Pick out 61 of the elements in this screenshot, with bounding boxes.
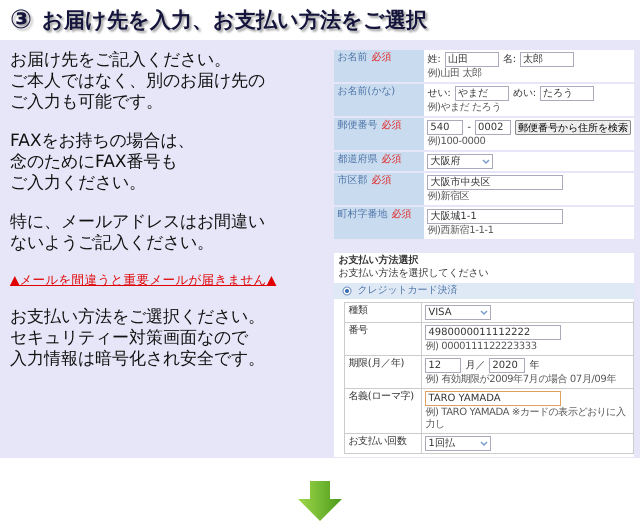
dropdown-icon [480, 440, 488, 446]
dropdown-icon [480, 310, 488, 316]
instruction-text: お届け先をご記入ください。 ご本人ではなく、別のお届け先の ご入力も可能です。 [10, 50, 266, 113]
required-mark: 必須 [381, 120, 402, 132]
field-label: 名: [502, 54, 516, 66]
input-field[interactable]: 大阪市中央区 [427, 175, 564, 190]
input-field[interactable]: やまだ [454, 86, 509, 101]
hint-text: 例) 有効期限が2009年7月の場合 07月/09年 [425, 374, 617, 386]
input-field[interactable]: たろう [540, 86, 594, 101]
instruction-text: 特に、メールアドレスはお間違い ないようご記入ください。 [10, 212, 266, 254]
field-label: 郵便番号 [337, 120, 378, 132]
field-label: 月／ [465, 360, 486, 372]
input-field[interactable]: 4980000011112222 [425, 325, 562, 340]
hint-text: 例)100-0000 [427, 136, 486, 148]
field-label: めい: [512, 88, 536, 100]
input-field[interactable]: 2020 [489, 358, 526, 373]
field-label: - [467, 122, 471, 134]
field-label: 都道府県 [337, 154, 378, 166]
field-label: お名前(かな) [337, 86, 396, 98]
required-mark: 必須 [371, 52, 392, 64]
hint-text: 例)新宿区 [427, 191, 470, 203]
input-field[interactable]: 山田 [444, 52, 499, 67]
input-field[interactable]: 0002 [475, 120, 511, 135]
hint-text: 例)山田 太郎 [427, 68, 483, 80]
field-label: 種類 [345, 303, 422, 322]
radio-icon[interactable] [342, 286, 352, 296]
field-label: 番号 [345, 323, 422, 355]
select-field[interactable]: 1回払 [425, 436, 492, 451]
field-label: 名義(ローマ字) [345, 389, 422, 433]
required-mark: 必須 [391, 209, 412, 221]
input-field[interactable]: 大阪城1-1 [427, 209, 564, 224]
hint-text: 例)西新宿1-1-1 [427, 225, 495, 237]
input-field[interactable]: 540 [427, 120, 464, 135]
hint-text: 例) TARO YAMADA ※カードの表示どおりに入力し [425, 407, 626, 431]
select-field[interactable]: 大阪府 [427, 154, 494, 169]
payment-option[interactable]: クレジットカード決済 [334, 283, 634, 299]
hint-text: 例) 0000111122223333 [425, 341, 538, 353]
form-subtitle: お支払い方法を選択してください [337, 267, 490, 281]
field-label: 姓: [427, 54, 441, 66]
field-label: お名前 [337, 52, 368, 64]
required-mark: 必須 [371, 175, 392, 187]
instruction-text: FAXをお持ちの場合は、 念のためにFAX番号も ご入力ください。 [10, 131, 196, 194]
field-label: 市区郡 [337, 175, 368, 187]
search-button[interactable]: 郵便番号から住所を検索 [515, 120, 631, 135]
dropdown-icon [482, 158, 490, 164]
input-field[interactable]: TARO YAMADA [425, 391, 562, 406]
field-label: 町村字番地 [337, 209, 388, 221]
input-field[interactable]: 太郎 [520, 52, 574, 67]
field-label: お支払い回数 [345, 434, 422, 453]
field-label: 年 [529, 360, 540, 372]
required-mark: 必須 [381, 154, 402, 166]
form-title: お支払い方法選択 [337, 253, 420, 267]
instruction-text: お支払い方法をご選択ください。 セキュリティー対策画面なので 入力情報は暗号化され安全です。 [10, 307, 266, 370]
input-field[interactable]: 12 [425, 358, 462, 373]
step-number: ③ [10, 5, 32, 35]
field-label: 期限(月／年) [345, 356, 422, 388]
select-field[interactable]: VISA [425, 305, 492, 320]
field-label: せい: [427, 88, 451, 100]
down-arrow-icon [297, 481, 343, 521]
section-title: お届け先を入力、お支払い方法をご選択 [42, 7, 428, 34]
hint-text: 例)やまだ たろう [427, 102, 502, 114]
